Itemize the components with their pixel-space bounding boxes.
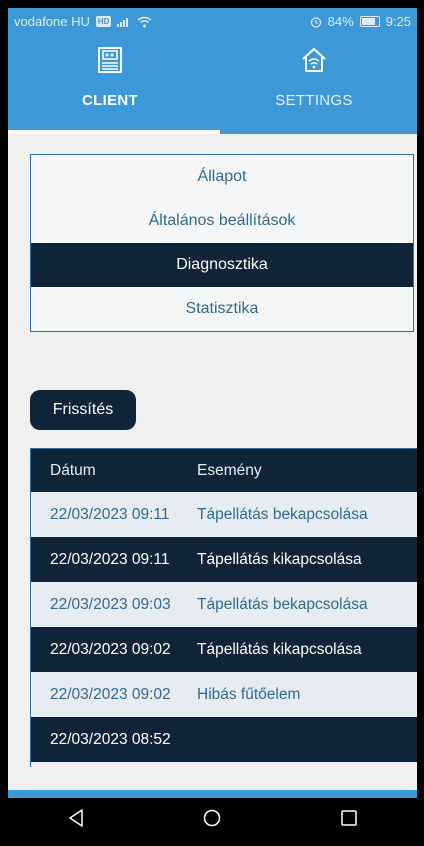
- alarm-clock-icon: [310, 16, 321, 28]
- battery-fill: [361, 18, 376, 25]
- active-tab-indicator: [8, 130, 220, 134]
- table-row: 22/03/2023 09:11 Tápellátás kikapcsolása: [31, 537, 417, 582]
- row-date: 22/03/2023 09:02: [50, 685, 171, 703]
- back-button[interactable]: [46, 798, 106, 838]
- menu-item-diagnosztika[interactable]: Diagnosztika: [31, 243, 413, 287]
- battery-icon: [359, 16, 380, 27]
- home-button[interactable]: [182, 798, 242, 838]
- event-log-table: Dátum Esemény 22/03/2023 09:11 Tápellátá…: [30, 448, 417, 767]
- table-header-row: Dátum Esemény: [31, 449, 417, 492]
- row-date: 22/03/2023 09:11: [50, 550, 170, 568]
- back-icon: [69, 809, 83, 827]
- recents-button[interactable]: [319, 798, 379, 838]
- row-date: 22/03/2023 09:11: [50, 505, 170, 523]
- row-event: Tápellátás kikapcsolása: [197, 640, 362, 658]
- bottom-accent-bar: [8, 790, 417, 798]
- tab-settings[interactable]: SETTINGS: [212, 36, 416, 134]
- table-row: 22/03/2023 09:03 Tápellátás bekapcsolása: [31, 582, 417, 627]
- status-left: vodafone HU HD: [14, 14, 152, 29]
- row-event: Hibás fűtőelem: [197, 685, 301, 703]
- client-panel-icon: [98, 47, 122, 73]
- tab-bar: CLIENT SETTINGS: [8, 36, 417, 134]
- menu-item-allapot[interactable]: Állapot: [31, 155, 413, 199]
- diagnostics-menu: Állapot Általános beállítások Diagnoszti…: [30, 154, 414, 332]
- row-date: 22/03/2023 08:52: [50, 730, 171, 748]
- row-date: 22/03/2023 09:02: [50, 640, 171, 658]
- carrier-name: vodafone HU: [14, 14, 90, 29]
- status-bar: vodafone HU HD 84% 9:25: [8, 8, 417, 36]
- tab-settings-label: SETTINGS: [275, 92, 353, 109]
- status-time: 9:25: [385, 14, 411, 29]
- table-row: 22/03/2023 09:11 Tápellátás bekapcsolása: [31, 492, 417, 537]
- network-badge: HD: [95, 16, 112, 27]
- status-right: 84% 9:25: [310, 14, 411, 29]
- row-date: 22/03/2023 09:03: [50, 595, 171, 613]
- home-icon: [204, 809, 221, 827]
- recents-icon: [341, 810, 357, 826]
- header-date: Dátum: [50, 461, 96, 479]
- refresh-button[interactable]: Frissítés: [30, 390, 136, 430]
- home-wifi-icon: [302, 47, 326, 72]
- menu-item-statisztika[interactable]: Statisztika: [31, 287, 413, 331]
- row-event: Tápellátás kikapcsolása: [197, 550, 362, 568]
- phone-screen: vodafone HU HD 84% 9:25 CLIENT SETTINGS …: [8, 8, 417, 838]
- row-event: Tápellátás bekapcsolása: [197, 505, 368, 523]
- signal-icon: [117, 18, 129, 27]
- menu-item-altalanos-beallitasok[interactable]: Általános beállítások: [31, 199, 413, 243]
- battery-percent: 84%: [327, 14, 354, 29]
- table-row: 22/03/2023 08:52: [31, 717, 417, 762]
- row-event: Tápellátás bekapcsolása: [197, 595, 368, 613]
- wifi-icon: [137, 16, 152, 27]
- tab-client[interactable]: CLIENT: [8, 36, 212, 134]
- header-event: Esemény: [197, 461, 262, 479]
- table-row: 22/03/2023 09:02 Tápellátás kikapcsolása: [31, 627, 417, 672]
- system-navigation-bar: [8, 798, 417, 838]
- table-row: 22/03/2023 09:02 Hibás fűtőelem: [31, 672, 417, 717]
- tab-client-label: CLIENT: [82, 92, 138, 109]
